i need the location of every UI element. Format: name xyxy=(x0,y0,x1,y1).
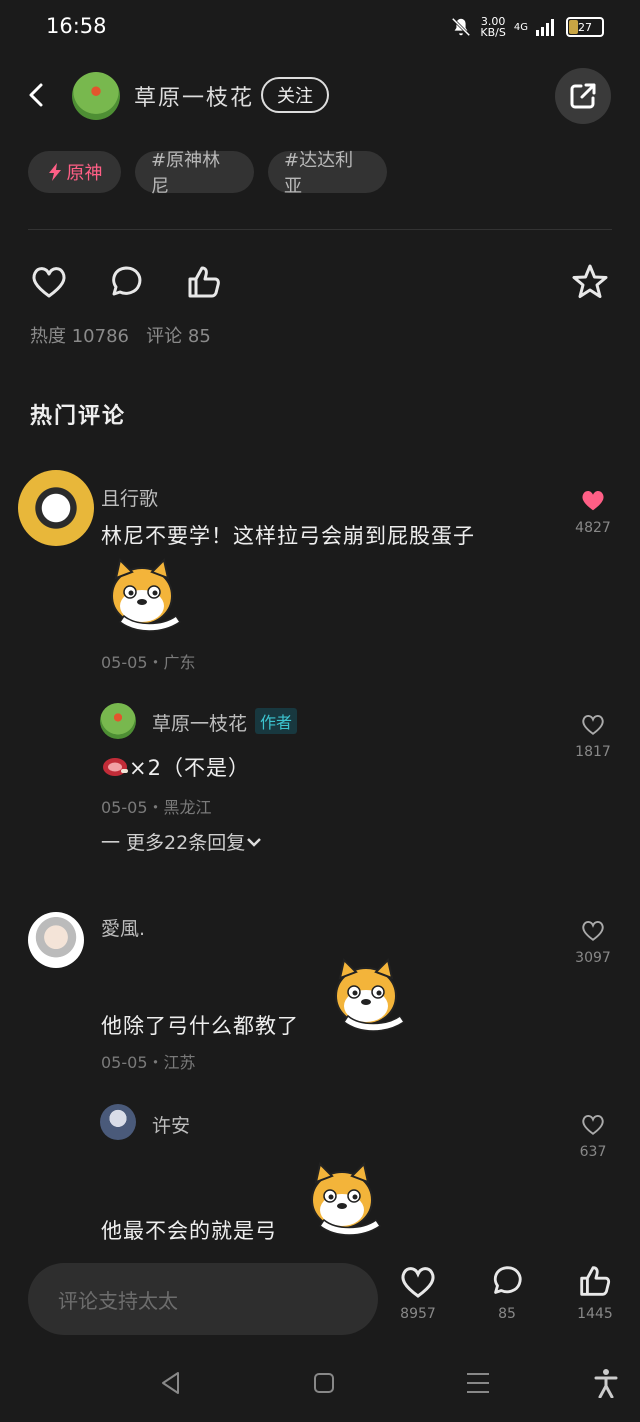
comment-like[interactable]: 3097 xyxy=(563,918,623,966)
author-name[interactable]: 草原一枝花 xyxy=(134,80,254,112)
divider xyxy=(28,229,612,230)
comment-avatar[interactable] xyxy=(28,912,84,968)
post-stats: 热度 10786 评论 85 xyxy=(30,326,211,347)
author-badge: 作者 xyxy=(255,708,298,734)
star-icon[interactable] xyxy=(570,262,610,302)
hot-comments-title: 热门评论 xyxy=(30,404,127,429)
comment-input[interactable]: 评论支持太太 xyxy=(28,1263,378,1335)
heart-filled-icon xyxy=(582,491,604,511)
tag-tartaglia[interactable]: #达达利亚 xyxy=(268,150,387,197)
tag-lyney[interactable]: #原神林尼 xyxy=(135,150,254,197)
accessibility-icon[interactable] xyxy=(594,1368,618,1398)
status-icons: 3.00 KB/S 4G 27 xyxy=(450,16,604,38)
reply-avatar[interactable] xyxy=(100,703,136,739)
reply-like[interactable]: 637 xyxy=(563,1112,623,1160)
meat-emoji-icon xyxy=(103,758,128,776)
doge-sticker xyxy=(335,958,406,1032)
more-replies-link[interactable]: 一 更多22条回复 xyxy=(101,828,263,855)
heart-icon xyxy=(582,920,604,941)
nav-menu-icon[interactable] xyxy=(465,1372,491,1394)
comment-icon xyxy=(493,1266,522,1294)
doge-sticker xyxy=(311,1162,382,1236)
comment-username[interactable]: 愛風. xyxy=(101,914,145,941)
heart-icon xyxy=(401,1267,435,1298)
heart-icon xyxy=(582,1114,604,1135)
lightning-icon xyxy=(48,163,61,181)
follow-button[interactable]: 关注 xyxy=(261,77,329,113)
battery-icon: 27 xyxy=(566,17,604,37)
network-type: 4G xyxy=(513,21,528,33)
bottom-thumbs-up-button[interactable]: 1445 xyxy=(570,1262,620,1322)
share-icon xyxy=(570,83,596,109)
reply-username[interactable]: 草原一枝花 作者 xyxy=(152,708,298,736)
reply-meta: 05-05・黑龙江 xyxy=(101,798,212,817)
network-speed: 3.00 KB/S xyxy=(480,15,506,39)
system-nav-bar xyxy=(0,1350,640,1422)
comment-like[interactable]: 4827 xyxy=(563,486,623,536)
thumbs-up-icon[interactable] xyxy=(184,262,224,302)
comment-text: 林尼不要学！这样拉弓会崩到屁股蛋子 xyxy=(101,524,475,548)
comment-text: 他除了弓什么都教了 xyxy=(101,1014,299,1038)
bottom-comment-button[interactable]: 85 xyxy=(482,1262,532,1322)
comment-avatar[interactable] xyxy=(18,470,94,546)
reply-avatar[interactable] xyxy=(100,1104,136,1140)
tag-genshin[interactable]: 原神 xyxy=(28,151,121,193)
chevron-down-icon xyxy=(247,837,262,847)
heart-icon xyxy=(582,714,604,735)
share-button[interactable] xyxy=(555,68,611,124)
nav-home-icon[interactable] xyxy=(312,1371,336,1395)
heart-icon[interactable] xyxy=(29,262,69,302)
comment-username[interactable]: 且行歌 xyxy=(101,484,158,511)
back-arrow-icon[interactable] xyxy=(22,80,52,110)
comment-meta: 05-05・江苏 xyxy=(101,1053,196,1072)
reply-text: ×2（不是） xyxy=(101,752,250,782)
author-avatar[interactable] xyxy=(72,72,120,120)
signal-icon xyxy=(536,19,554,36)
doge-sticker xyxy=(111,558,182,632)
reply-text: 他最不会的就是弓 xyxy=(101,1219,277,1243)
reply-like[interactable]: 1817 xyxy=(563,712,623,760)
comment-icon[interactable] xyxy=(106,262,146,302)
status-time: 16:58 xyxy=(46,14,107,38)
bottom-like-button[interactable]: 8957 xyxy=(393,1262,443,1322)
mute-bell-icon xyxy=(452,17,471,37)
nav-back-icon[interactable] xyxy=(158,1370,184,1396)
comment-meta: 05-05・广东 xyxy=(101,653,196,672)
reply-username[interactable]: 许安 xyxy=(152,1111,190,1138)
thumbs-up-icon xyxy=(580,1266,611,1296)
